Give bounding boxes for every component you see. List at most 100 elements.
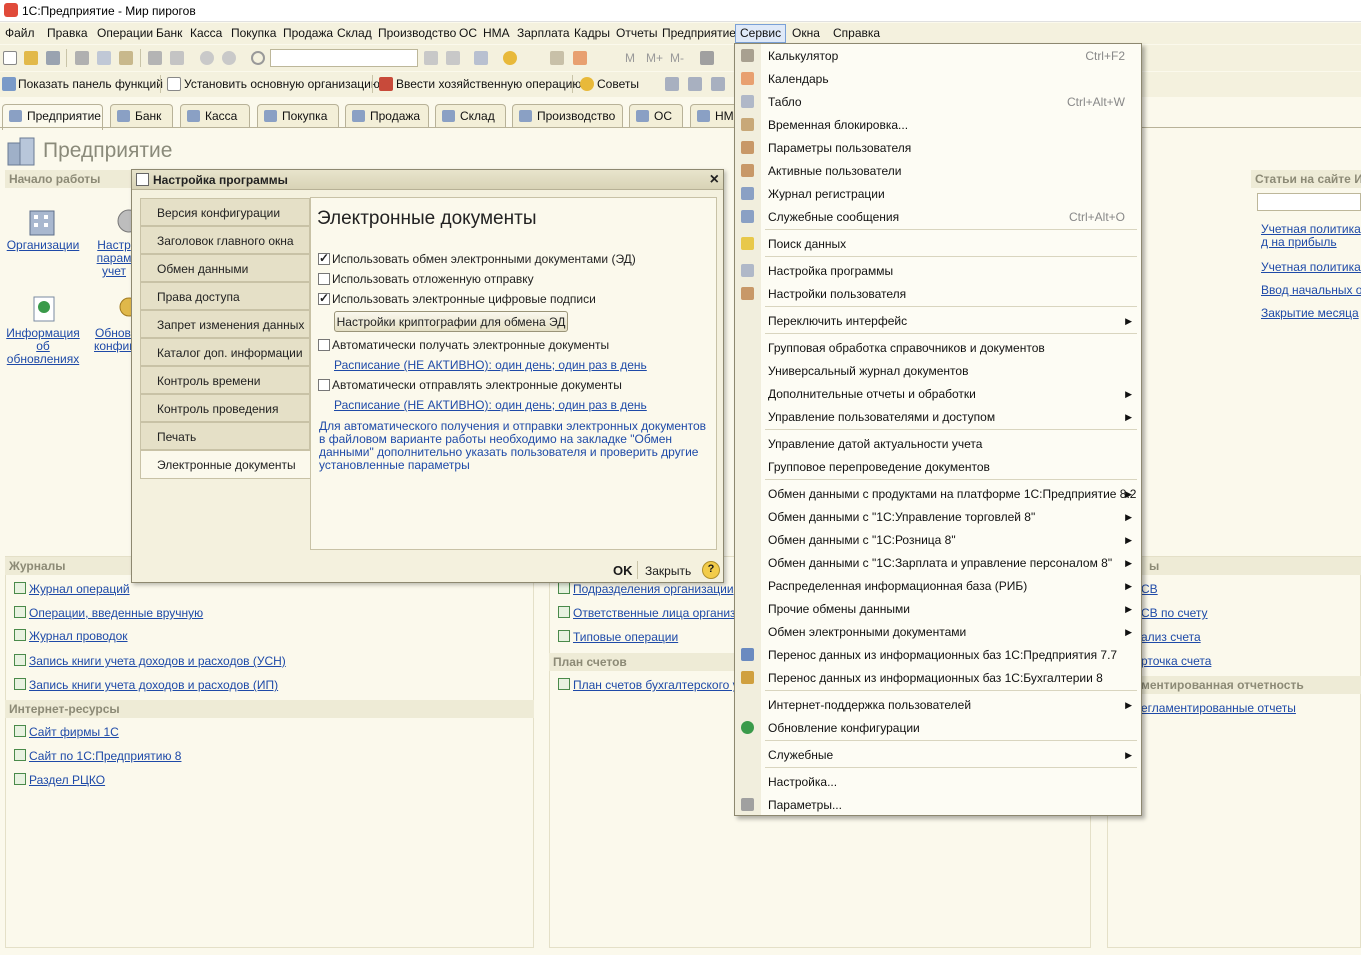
menu-salary[interactable]: Зарплата (517, 26, 570, 40)
menu-windows[interactable]: Окна (792, 26, 820, 40)
menu-item-switch-interface[interactable]: Переключить интерфейс (768, 314, 907, 328)
journal-link-manual[interactable]: Операции, введенные вручную (29, 606, 203, 620)
table-icon[interactable] (688, 77, 702, 91)
memory-plus-button[interactable]: M+ (646, 51, 663, 65)
tab-access-rights[interactable]: Права доступа (140, 282, 310, 310)
calendar-icon[interactable] (573, 51, 587, 65)
save-icon[interactable] (46, 51, 60, 65)
paste-icon[interactable] (119, 51, 133, 65)
menu-fixed-assets[interactable]: ОС (459, 26, 477, 40)
open-icon[interactable] (24, 51, 38, 65)
menu-item-transfer-77[interactable]: Перенос данных из информационных баз 1С:… (768, 648, 1117, 662)
tab-bank[interactable]: Банк (110, 104, 173, 128)
menu-item-user-params[interactable]: Параметры пользователя (768, 141, 911, 155)
menu-item-active-users[interactable]: Активные пользователи (768, 164, 901, 178)
menu-edit[interactable]: Правка (47, 26, 88, 40)
use-signatures-checkbox[interactable] (318, 291, 330, 305)
menu-item-customize[interactable]: Настройка... (768, 775, 837, 789)
info-icon[interactable] (503, 51, 517, 65)
tab-purchase[interactable]: Покупка (257, 104, 339, 128)
menu-item-temp-lock[interactable]: Временная блокировка... (768, 118, 908, 132)
menu-bank[interactable]: Банк (156, 26, 182, 40)
menu-intangibles[interactable]: НМА (483, 26, 510, 40)
accounts-link-plan[interactable]: План счетов бухгалтерского уче (573, 678, 752, 692)
menu-item-ed-exchange[interactable]: Обмен электронными документами (768, 625, 966, 639)
menu-item-data-search[interactable]: Поиск данных (768, 237, 846, 251)
enter-operation-button[interactable]: Ввести хозяйственную операцию (396, 77, 581, 91)
tab-data-exchange[interactable]: Обмен данными (140, 254, 310, 282)
tab-production[interactable]: Производство (512, 104, 623, 128)
memory-button[interactable]: M (625, 51, 635, 65)
help-icon[interactable]: ? (702, 561, 720, 579)
deferred-send-checkbox[interactable] (318, 273, 330, 285)
search-input[interactable] (270, 49, 418, 67)
windows-icon[interactable] (474, 51, 488, 65)
menu-item-user-management[interactable]: Управление пользователями и доступом (768, 410, 995, 424)
crypto-settings-button[interactable]: Настройки криптографии для обмена ЭД (334, 311, 568, 332)
report-link-3[interactable]: ализ счета (1141, 630, 1201, 644)
cut-icon[interactable] (75, 51, 89, 65)
journal-link-usn[interactable]: Запись книги учета доходов и расходов (У… (29, 654, 286, 668)
tab-print[interactable]: Печать (140, 422, 310, 450)
menu-cash[interactable]: Касса (190, 26, 222, 40)
menu-item-actuality-date[interactable]: Управление датой актуальности учета (768, 437, 982, 451)
internet-link-enterprise[interactable]: Сайт по 1С:Предприятию 8 (29, 749, 181, 763)
menu-item-calendar[interactable]: Календарь (768, 72, 829, 86)
menu-item-calculator[interactable]: Калькулятор (768, 49, 838, 63)
menu-item-universal-journal[interactable]: Универсальный журнал документов (768, 364, 968, 378)
internet-link-rcko[interactable]: Раздел РЦКО (29, 773, 105, 787)
menu-item-exchange-platform[interactable]: Обмен данными с продуктами на платформе … (768, 487, 1136, 501)
menu-service[interactable]: Сервис (735, 24, 787, 43)
menu-item-exchange-salary[interactable]: Обмен данными с "1С:Зарплата и управлени… (768, 556, 1112, 570)
menu-reports[interactable]: Отчеты (616, 26, 657, 40)
journal-link-ip[interactable]: Запись книги учета доходов и расходов (И… (29, 678, 278, 692)
close-button[interactable]: Закрыть (645, 564, 691, 578)
menu-item-board[interactable]: Табло (768, 95, 802, 109)
use-ed-checkbox[interactable] (318, 251, 330, 265)
updates-info-link[interactable]: Информация об обновлениях (4, 327, 82, 366)
tab-posting-control[interactable]: Контроль проведения (140, 394, 310, 422)
menu-warehouse[interactable]: Склад (337, 26, 372, 40)
tab-electronic-docs[interactable]: Электронные документы (140, 450, 312, 479)
articles-search-input[interactable] (1257, 193, 1361, 211)
search-icon[interactable] (251, 51, 265, 65)
send-schedule-link[interactable]: Расписание (НЕ АКТИВНО): один день; один… (334, 398, 647, 412)
organizations-icon[interactable] (26, 205, 58, 237)
print-preview-icon[interactable] (170, 51, 184, 65)
menu-item-other-exchanges[interactable]: Прочие обмены данными (768, 602, 910, 616)
tab-warehouse[interactable]: Склад (435, 104, 506, 128)
tab-cash[interactable]: Касса (180, 104, 250, 128)
menu-item-rib[interactable]: Распределенная информационная база (РИБ) (768, 579, 1027, 593)
updates-info-icon[interactable] (28, 293, 60, 325)
report-icon[interactable] (665, 77, 679, 91)
tab-sale[interactable]: Продажа (345, 104, 429, 128)
tab-change-lock[interactable]: Запрет изменения данных (140, 310, 310, 338)
menu-item-config-update[interactable]: Обновление конфигурации (768, 721, 920, 735)
receive-schedule-link[interactable]: Расписание (НЕ АКТИВНО): один день; один… (334, 358, 647, 372)
memory-minus-button[interactable]: M- (670, 51, 684, 65)
ok-button[interactable]: OK (613, 563, 633, 578)
tab-intangibles[interactable]: НМ (690, 104, 738, 128)
menu-file[interactable]: Файл (5, 26, 35, 40)
tab-fixed-assets[interactable]: ОС (629, 104, 683, 128)
report-link-1[interactable]: СВ (1141, 582, 1158, 596)
menu-item-exchange-trade[interactable]: Обмен данными с "1С:Управление торговлей… (768, 510, 1035, 524)
ref-link-departments[interactable]: Подразделения организации (573, 582, 734, 596)
menu-item-group-processing[interactable]: Групповая обработка справочников и докум… (768, 341, 1045, 355)
auto-send-checkbox[interactable] (318, 379, 330, 391)
redo-icon[interactable] (222, 51, 236, 65)
menu-item-user-settings[interactable]: Настройки пользователя (768, 287, 906, 301)
internet-link-1c[interactable]: Сайт фирмы 1С (29, 725, 119, 739)
copy-icon[interactable] (97, 51, 111, 65)
menu-item-group-reposting[interactable]: Групповое перепроведение документов (768, 460, 990, 474)
article-link-1[interactable]: Учетная политика д на прибыль (1261, 223, 1361, 250)
accounting-settings-link[interactable]: Настр парам учет (96, 239, 132, 279)
menu-item-service[interactable]: Служебные (768, 748, 833, 762)
menu-purchase[interactable]: Покупка (231, 26, 276, 40)
menu-item-program-settings[interactable]: Настройка программы (768, 264, 893, 278)
journal-link-operations[interactable]: Журнал операций (29, 582, 130, 596)
tips-button[interactable]: Советы (597, 77, 639, 91)
config-update-link[interactable]: Обнов конфиг (94, 327, 132, 353)
calculator-icon[interactable] (550, 51, 564, 65)
users-icon[interactable] (711, 77, 725, 91)
